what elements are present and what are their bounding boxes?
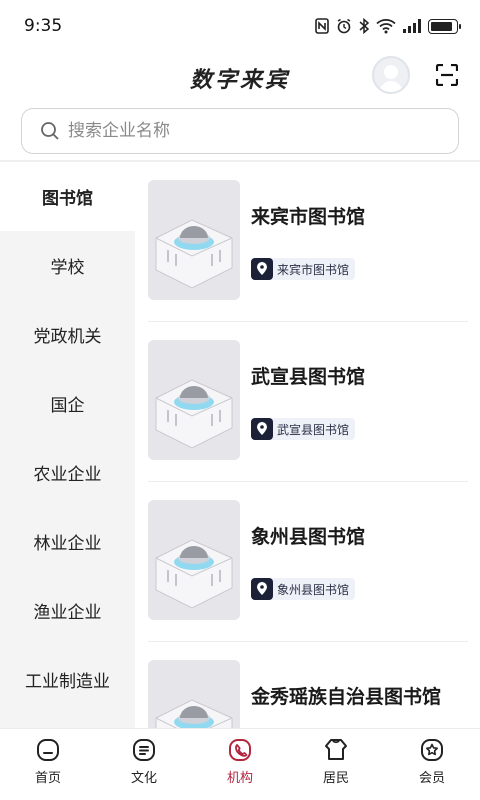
location-tag: 武宣县图书馆	[251, 418, 356, 440]
tab-member[interactable]: 会员	[384, 729, 480, 800]
library-building-image	[148, 180, 240, 300]
tab-resident[interactable]: 居民	[288, 729, 384, 800]
institution-name: 武宣县图书馆	[251, 366, 366, 388]
avatar-icon[interactable]	[372, 56, 410, 94]
search-input[interactable]	[68, 121, 428, 141]
list-item[interactable]: 武宣县图书馆 武宣县图书馆	[148, 322, 468, 482]
category-sidebar: 图书馆 学校 党政机关 国企 农业企业 林业企业 渔业企业 工业制造业	[0, 162, 135, 728]
wifi-icon	[376, 19, 396, 34]
sidebar-item-government[interactable]: 党政机关	[0, 300, 135, 369]
culture-icon	[133, 739, 155, 761]
tab-label: 首页	[34, 771, 61, 786]
status-icons	[315, 18, 461, 34]
list-item[interactable]: 金秀瑶族自治县图书馆	[148, 642, 468, 728]
sidebar-item-agriculture[interactable]: 农业企业	[0, 438, 135, 507]
battery-icon	[428, 18, 461, 34]
location-pin-icon	[251, 258, 273, 280]
tab-home[interactable]: 首页	[0, 729, 96, 800]
location-tag-text: 来宾市图书馆	[277, 262, 350, 277]
tab-label: 居民	[322, 771, 349, 786]
sidebar-item-school[interactable]: 学校	[0, 231, 135, 300]
location-tag: 来宾市图书馆	[251, 258, 356, 280]
search-bar[interactable]	[21, 108, 459, 154]
header: 数字来宾	[0, 52, 480, 104]
institution-name: 来宾市图书馆	[251, 206, 366, 228]
location-pin-icon	[251, 578, 273, 600]
institution-icon	[229, 739, 251, 761]
status-bar: 9:35	[0, 0, 480, 52]
sidebar-item-state-owned[interactable]: 国企	[0, 369, 135, 438]
institution-name: 象州县图书馆	[251, 526, 366, 548]
location-pin-icon	[251, 418, 273, 440]
status-time: 9:35	[24, 16, 63, 36]
sidebar-item-manufacturing[interactable]: 工业制造业	[0, 645, 135, 714]
member-icon	[421, 739, 443, 761]
institution-list: 来宾市图书馆 来宾市图书馆 武宣县图书馆 武宣县图书馆 象州县图书馆 象州县图书…	[135, 162, 480, 728]
search-icon	[41, 122, 59, 140]
tab-label: 文化	[130, 771, 157, 786]
bluetooth-icon	[359, 18, 369, 34]
location-tag-text: 象州县图书馆	[277, 582, 350, 597]
sidebar-item-library[interactable]: 图书馆	[0, 162, 135, 231]
bottom-tab-bar: 首页 文化 机构 居民 会员	[0, 728, 480, 800]
list-item[interactable]: 来宾市图书馆 来宾市图书馆	[148, 162, 468, 322]
sidebar-item-forestry[interactable]: 林业企业	[0, 507, 135, 576]
library-building-image	[148, 500, 240, 620]
alarm-icon	[337, 18, 351, 34]
list-item[interactable]: 象州县图书馆 象州县图书馆	[148, 482, 468, 642]
tab-label: 机构	[226, 771, 253, 786]
location-tag-text: 武宣县图书馆	[277, 422, 350, 437]
tab-culture[interactable]: 文化	[96, 729, 192, 800]
tab-label: 会员	[418, 771, 445, 786]
sidebar-item-fishery[interactable]: 渔业企业	[0, 576, 135, 645]
institution-name: 金秀瑶族自治县图书馆	[251, 686, 442, 708]
home-icon	[37, 739, 59, 761]
signal-icon	[403, 19, 421, 33]
library-building-image	[148, 660, 240, 728]
library-building-image	[148, 340, 240, 460]
tab-institution[interactable]: 机构	[192, 729, 288, 800]
nfc-icon	[315, 18, 329, 34]
scan-icon[interactable]	[436, 64, 458, 86]
location-tag: 象州县图书馆	[251, 578, 356, 600]
resident-icon	[325, 739, 347, 760]
